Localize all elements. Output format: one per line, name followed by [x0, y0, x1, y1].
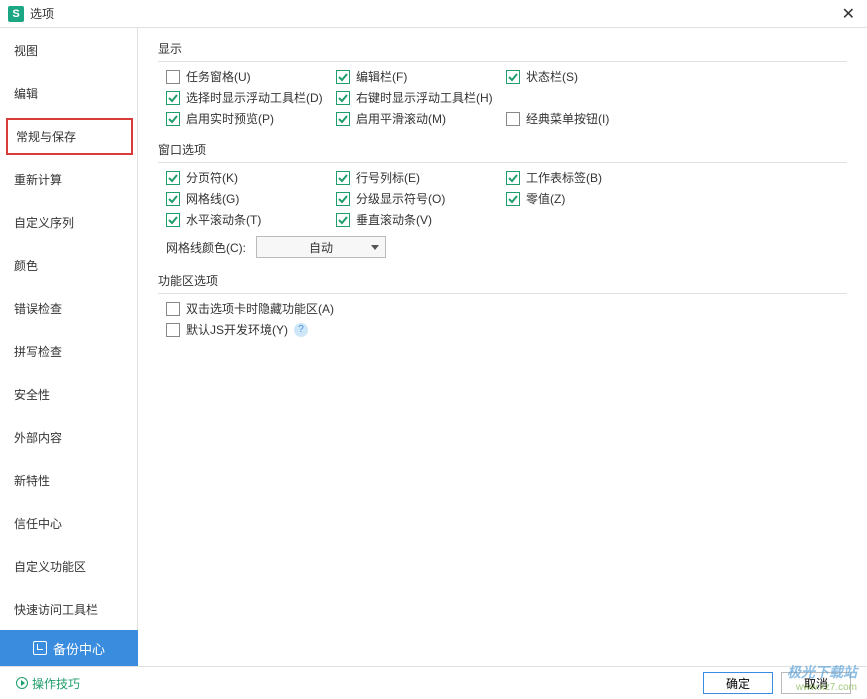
checkbox-vscroll[interactable]	[336, 213, 350, 227]
checkbox-dblclick-hide-ribbon[interactable]	[166, 302, 180, 316]
checkbox-formula-bar[interactable]	[336, 70, 350, 84]
checkbox-task-pane[interactable]	[166, 70, 180, 84]
sidebar-item-general-save[interactable]: 常规与保存	[6, 118, 133, 155]
play-icon	[16, 677, 28, 689]
ok-button[interactable]: 确定	[703, 672, 773, 694]
sidebar-item-external[interactable]: 外部内容	[0, 421, 137, 454]
sidebar-item-quick-access[interactable]: 快速访问工具栏	[0, 593, 137, 626]
checkbox-hscroll[interactable]	[166, 213, 180, 227]
backup-icon	[33, 641, 47, 655]
sidebar-item-custom-ribbon[interactable]: 自定义功能区	[0, 550, 137, 583]
sidebar-item-trust-center[interactable]: 信任中心	[0, 507, 137, 540]
section-title-window: 窗口选项	[158, 141, 847, 163]
sidebar-item-recalc[interactable]: 重新计算	[0, 163, 137, 196]
tips-link[interactable]: 操作技巧	[16, 675, 80, 692]
sidebar-item-custom-list[interactable]: 自定义序列	[0, 206, 137, 239]
help-icon[interactable]: ?	[294, 323, 308, 337]
sidebar-item-error-check[interactable]: 错误检查	[0, 292, 137, 325]
sidebar: 视图 编辑 常规与保存 重新计算 自定义序列 颜色 错误检查 拼写检查 安全性 …	[0, 28, 138, 666]
sidebar-item-edit[interactable]: 编辑	[0, 77, 137, 110]
backup-label: 备份中心	[53, 639, 105, 658]
section-display: 显示 任务窗格(U) 编辑栏(F) 状态栏(S) 选择时显示浮动工具栏(D) 右…	[158, 40, 847, 127]
sidebar-item-security[interactable]: 安全性	[0, 378, 137, 411]
checkbox-js-dev-env[interactable]	[166, 323, 180, 337]
section-window: 窗口选项 分页符(K) 行号列标(E) 工作表标签(B) 网格线(G) 分级显示…	[158, 141, 847, 258]
sidebar-item-new-features[interactable]: 新特性	[0, 464, 137, 497]
sidebar-item-color[interactable]: 颜色	[0, 249, 137, 282]
gridline-color-value: 自动	[309, 239, 333, 256]
checkbox-zero-values[interactable]	[506, 192, 520, 206]
close-icon[interactable]: ✕	[838, 4, 859, 24]
cancel-button[interactable]: 取消	[781, 672, 851, 694]
window-title: 选项	[30, 5, 54, 22]
content-pane: 显示 任务窗格(U) 编辑栏(F) 状态栏(S) 选择时显示浮动工具栏(D) 右…	[138, 28, 867, 666]
checkbox-smooth-scroll[interactable]	[336, 112, 350, 126]
checkbox-gridlines[interactable]	[166, 192, 180, 206]
section-title-ribbon: 功能区选项	[158, 272, 847, 294]
gridline-color-label: 网格线颜色(C):	[166, 239, 246, 256]
title-bar: S 选项 ✕	[0, 0, 867, 28]
checkbox-outline-symbols[interactable]	[336, 192, 350, 206]
checkbox-status-bar[interactable]	[506, 70, 520, 84]
app-icon: S	[8, 6, 24, 22]
checkbox-row-col-headers[interactable]	[336, 171, 350, 185]
checkbox-live-preview[interactable]	[166, 112, 180, 126]
sidebar-item-spellcheck[interactable]: 拼写检查	[0, 335, 137, 368]
footer: 操作技巧 确定 取消	[0, 666, 867, 699]
backup-center-button[interactable]: 备份中心	[0, 630, 138, 666]
chevron-down-icon	[371, 245, 379, 250]
section-ribbon: 功能区选项 双击选项卡时隐藏功能区(A) 默认JS开发环境(Y)?	[158, 272, 847, 338]
section-title-display: 显示	[158, 40, 847, 62]
checkbox-sheet-tabs[interactable]	[506, 171, 520, 185]
checkbox-classic-menu[interactable]	[506, 112, 520, 126]
checkbox-page-break[interactable]	[166, 171, 180, 185]
checkbox-sel-toolbar[interactable]	[166, 91, 180, 105]
sidebar-item-view[interactable]: 视图	[0, 34, 137, 67]
checkbox-rc-toolbar[interactable]	[336, 91, 350, 105]
gridline-color-dropdown[interactable]: 自动	[256, 236, 386, 258]
